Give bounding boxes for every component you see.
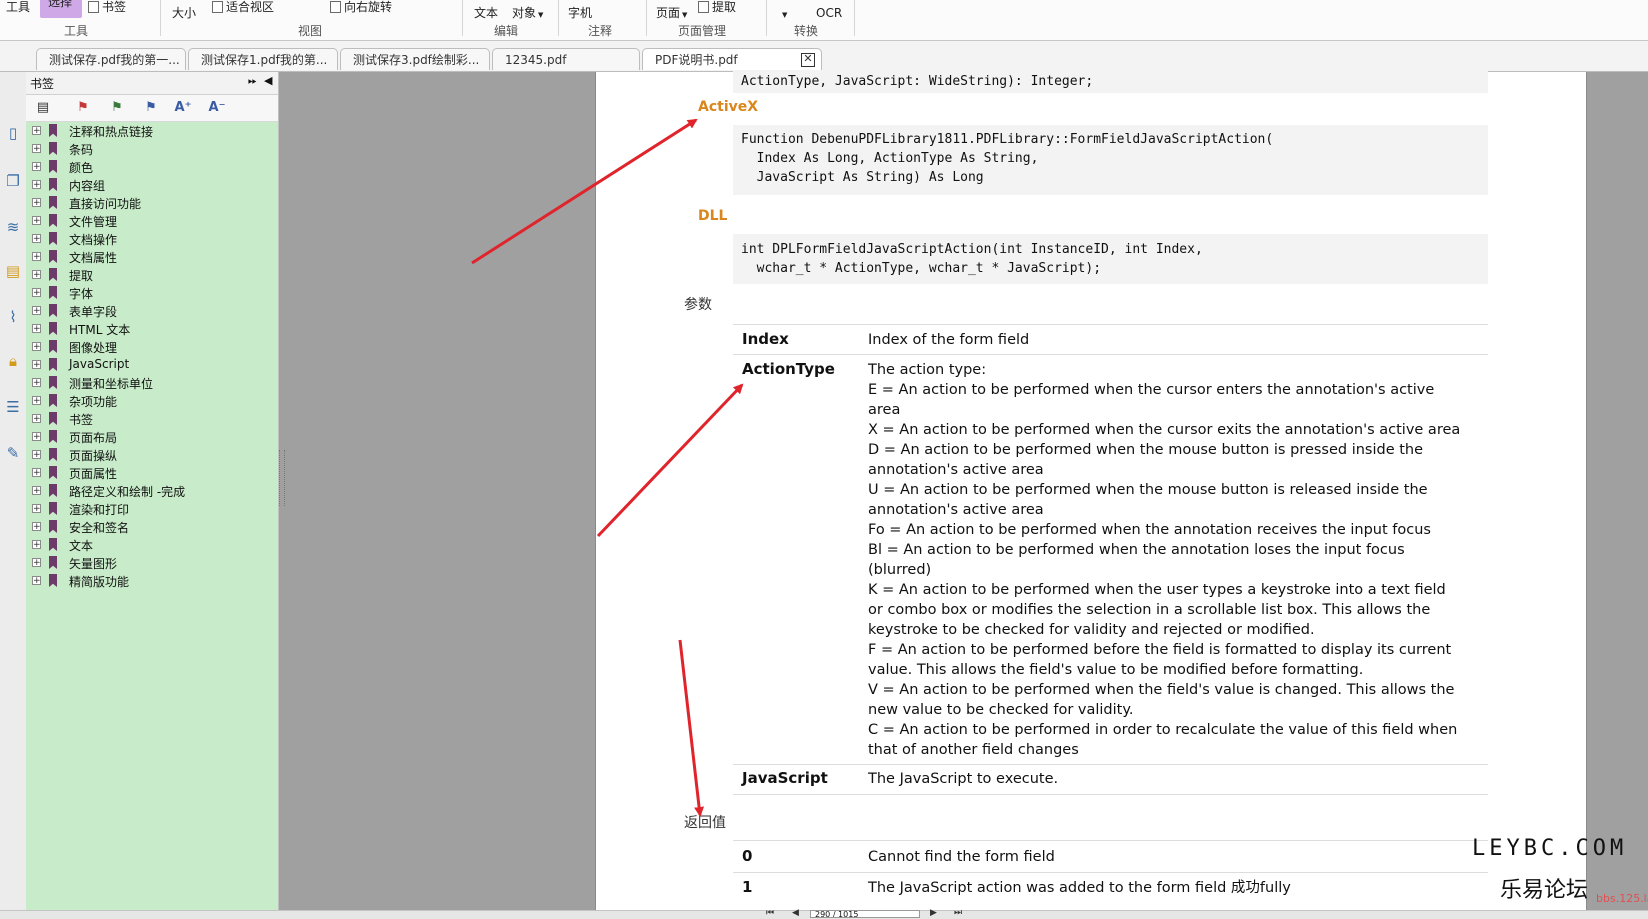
watermark-cn: 乐易论坛	[1500, 878, 1589, 903]
arrow-to-activex	[471, 118, 698, 265]
next-page-icon[interactable]: ▶	[930, 908, 937, 918]
watermark-en: LEYBC.COM	[1472, 836, 1628, 861]
first-page-icon[interactable]: ⏮	[766, 908, 774, 918]
annotation-arrows	[471, 118, 744, 817]
arrow-to-returns	[678, 639, 705, 817]
watermark-small: bbs.125.la	[1596, 892, 1648, 905]
last-page-icon[interactable]: ⏭	[954, 908, 962, 918]
arrow-to-actiontype	[596, 383, 744, 538]
page-number-input[interactable]: 290 / 1015	[810, 910, 920, 918]
prev-page-icon[interactable]: ◀	[792, 908, 799, 918]
